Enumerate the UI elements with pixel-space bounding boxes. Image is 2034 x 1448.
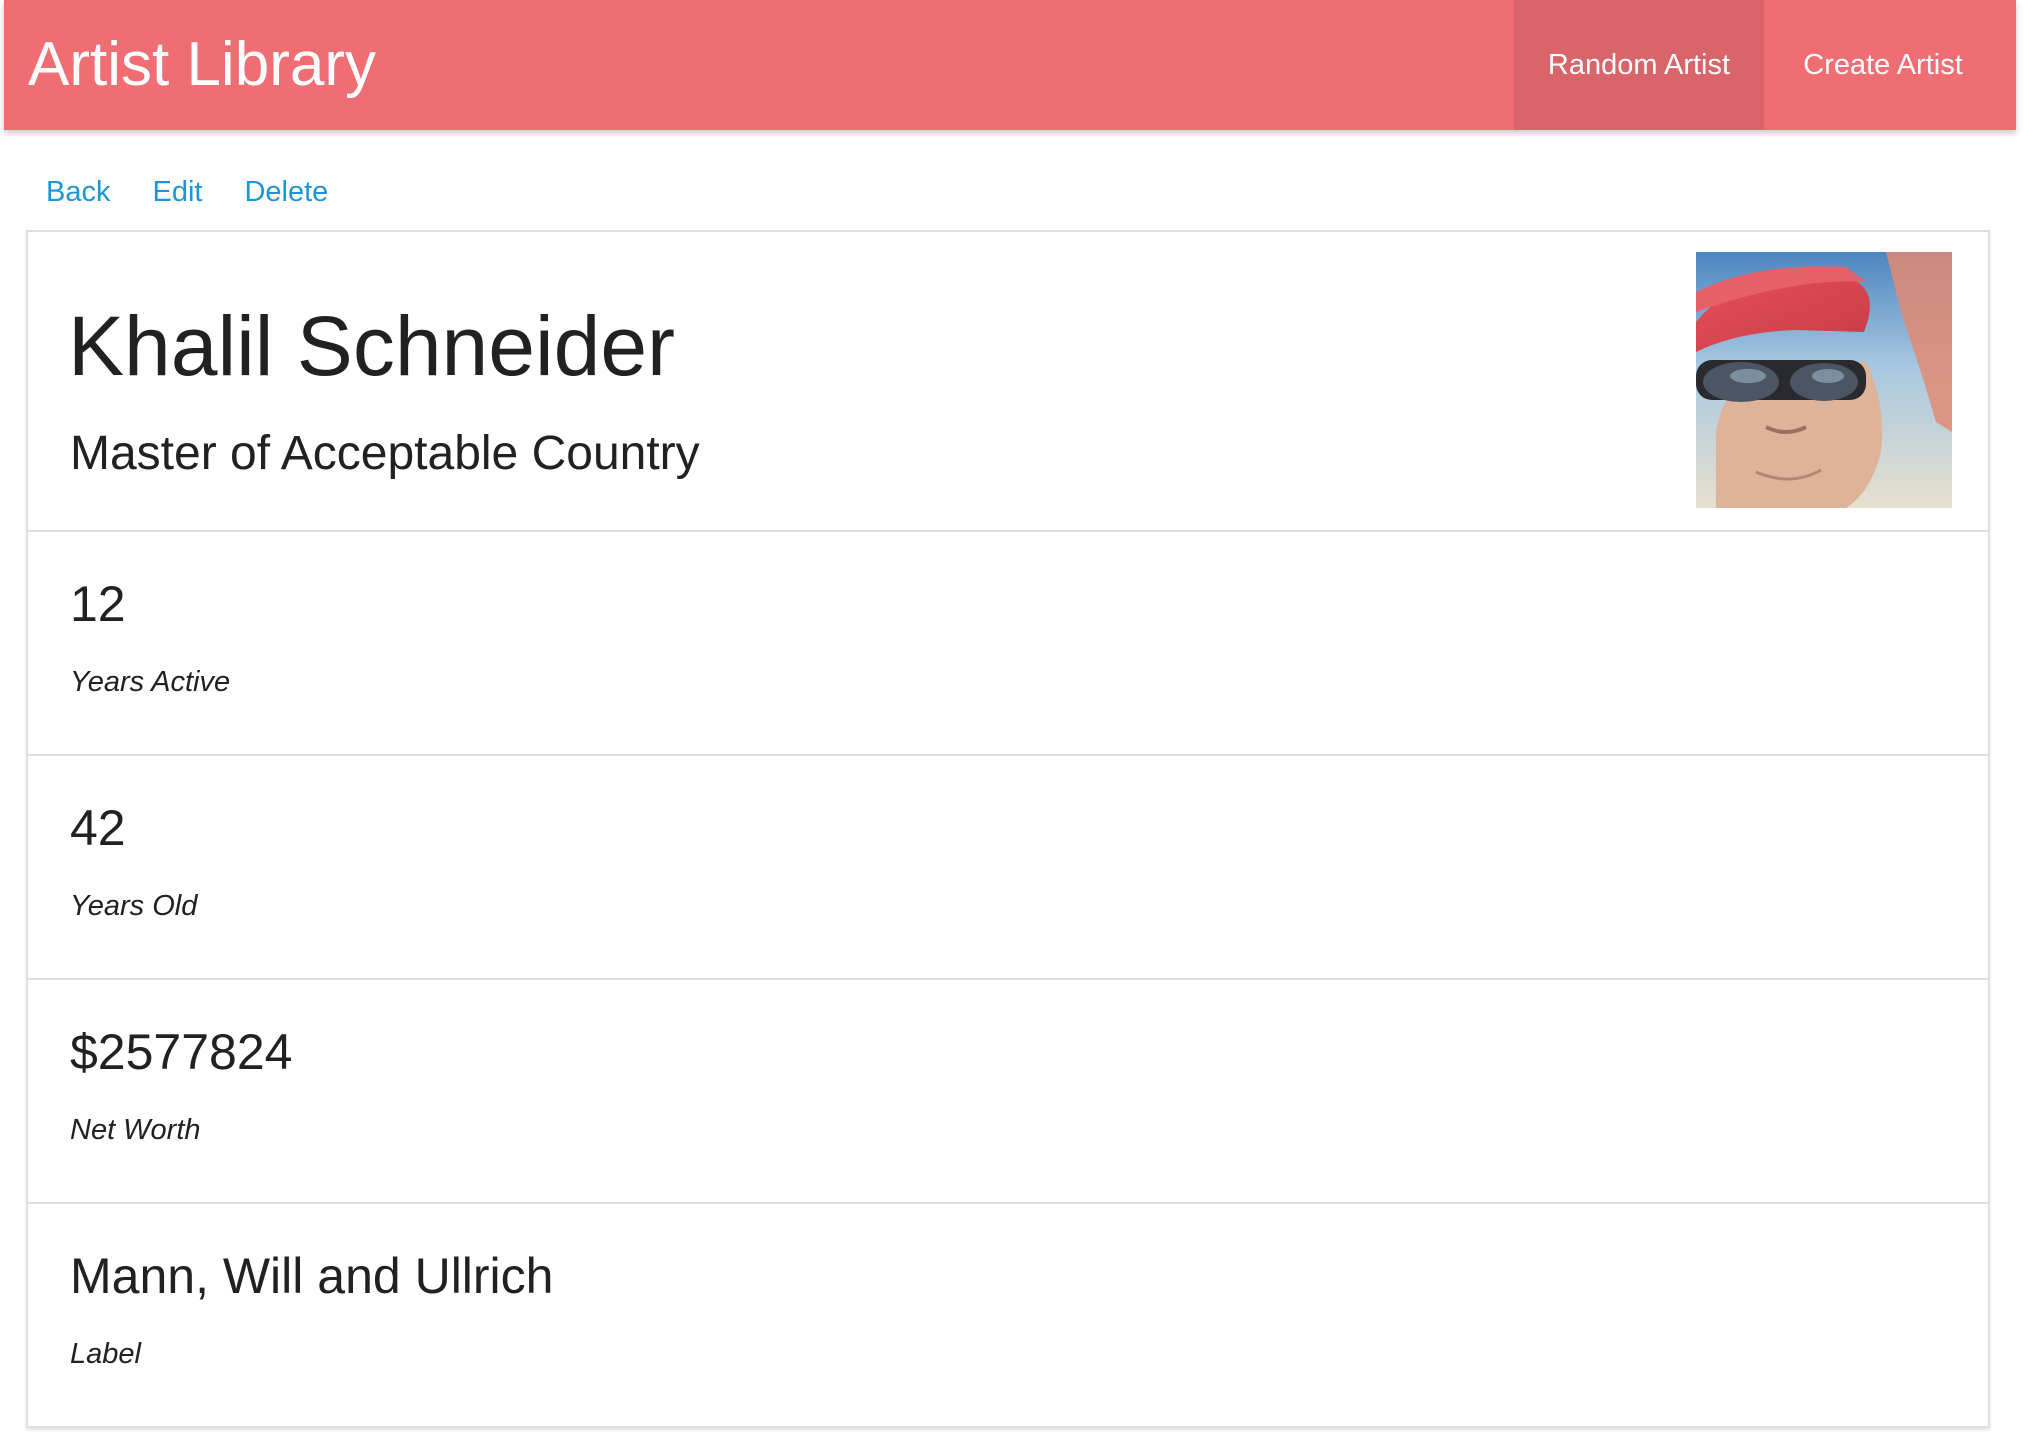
stat-row-label: Mann, Will and Ullrich Label [28, 1204, 1988, 1426]
stat-row-years-old: 42 Years Old [28, 756, 1988, 980]
artist-header: Khalil Schneider Master of Acceptable Co… [28, 232, 1988, 532]
stat-label: Years Active [70, 666, 231, 698]
back-link[interactable]: Back [46, 170, 110, 214]
stat-value: $2577824 [70, 1024, 293, 1080]
stat-value: 12 [70, 576, 126, 632]
stat-label: Years Old [70, 890, 198, 922]
stat-row-years-active: 12 Years Active [28, 532, 1988, 756]
page: Artist Library Random Artist Create Arti… [0, 0, 2034, 1448]
stat-row-net-worth: $2577824 Net Worth [28, 980, 1988, 1204]
artist-title: Master of Acceptable Country [70, 427, 700, 480]
random-artist-button[interactable]: Random Artist [1514, 0, 1764, 130]
delete-link[interactable]: Delete [244, 170, 328, 214]
stat-label: Label [70, 1338, 141, 1370]
stat-label: Net Worth [70, 1114, 201, 1146]
artist-actions: Back Edit Delete [46, 170, 328, 214]
stat-value: Mann, Will and Ullrich [70, 1248, 554, 1304]
artist-name: Khalil Schneider [68, 299, 676, 393]
artist-detail-card: Khalil Schneider Master of Acceptable Co… [26, 230, 1990, 1428]
create-artist-button[interactable]: Create Artist [1766, 0, 2000, 130]
edit-link[interactable]: Edit [152, 170, 202, 214]
top-navbar: Artist Library Random Artist Create Arti… [4, 0, 2016, 130]
artist-avatar [1696, 252, 1952, 508]
avatar-photo-icon [1696, 252, 1952, 508]
stat-value: 42 [70, 800, 126, 856]
app-brand[interactable]: Artist Library [28, 24, 376, 106]
